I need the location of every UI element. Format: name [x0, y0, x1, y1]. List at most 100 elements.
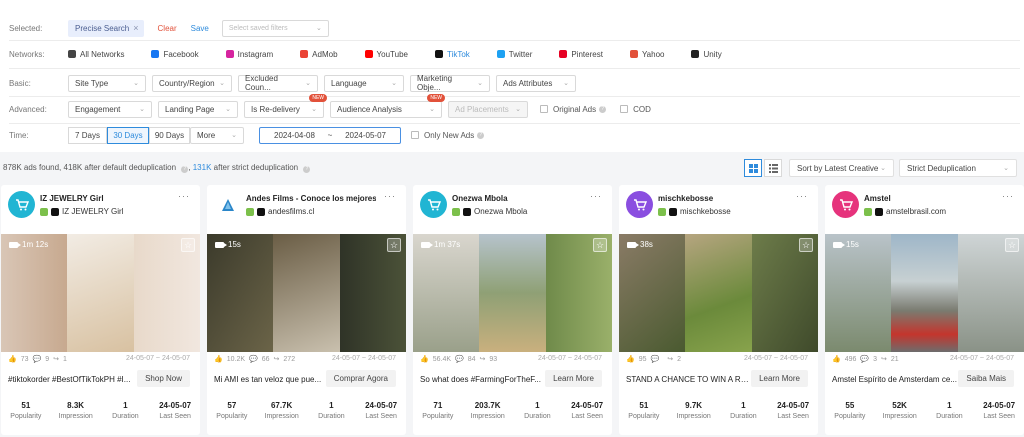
metric-duration: 1 Duration	[936, 400, 963, 420]
checkbox-box[interactable]	[411, 131, 419, 139]
ads-attributes-dropdown[interactable]: Ads Attributes ⌄	[496, 74, 576, 92]
cta-button[interactable]: Saiba Mais	[958, 370, 1014, 387]
deduplication-select[interactable]: Strict Deduplication ⌄	[899, 159, 1017, 177]
network-admob[interactable]: AdMob	[300, 50, 338, 59]
advertiser-name[interactable]: Onezwa Mbola	[452, 194, 582, 203]
advertiser-name[interactable]: Andes Films - Conoce los mejores es...	[246, 194, 376, 203]
ad-card[interactable]: Andes Films - Conoce los mejores es... ··…	[207, 185, 406, 435]
favorite-star-icon[interactable]: ☆	[181, 238, 195, 252]
new-badge: NEW	[427, 93, 445, 102]
new-badge: NEW	[309, 93, 327, 102]
android-icon	[658, 207, 666, 216]
help-icon[interactable]: ?	[599, 105, 607, 113]
advertiser-name[interactable]: mischkebosse	[658, 194, 788, 203]
ad-video-preview[interactable]: 15s ☆	[825, 234, 1024, 352]
audience-analysis-dropdown[interactable]: Audience Analysis ⌄ NEW	[330, 93, 445, 118]
start-date[interactable]: 2024-04-08	[274, 131, 315, 140]
strict-count[interactable]: 131K	[193, 163, 212, 172]
more-options-icon[interactable]: ···	[178, 191, 190, 201]
ad-card[interactable]: Onezwa Mbola ··· Onezwa Mbola 1m 37s ☆ 👍 56.4K…	[413, 185, 612, 435]
network-pinterest[interactable]: Pinterest	[559, 50, 603, 59]
advertiser-avatar[interactable]	[214, 191, 241, 218]
sort-select[interactable]: Sort by Latest Creative ⌄	[789, 159, 894, 177]
time-7-days-button[interactable]: 7 Days	[68, 126, 107, 144]
time-more-dropdown[interactable]: More ⌄	[190, 126, 244, 144]
clear-button[interactable]: Clear	[158, 24, 177, 33]
metric-duration: 1 Duration	[524, 400, 551, 420]
cta-button[interactable]: Comprar Agora	[325, 370, 396, 387]
cta-button[interactable]: Learn More	[545, 370, 602, 387]
is-redelivery-dropdown[interactable]: Is Re-delivery ⌄ NEW	[244, 93, 327, 118]
end-date[interactable]: 2024-05-07	[345, 131, 386, 140]
ad-card[interactable]: mischkebosse ··· mischkebosse 38s ☆ 👍 95 💬 ↪ 2 24-…	[619, 185, 818, 435]
basic-label: Basic:	[9, 78, 31, 88]
save-button[interactable]: Save	[191, 24, 209, 33]
more-options-icon[interactable]: ···	[1002, 191, 1014, 201]
favorite-star-icon[interactable]: ☆	[387, 238, 401, 252]
network-instagram[interactable]: Instagram	[225, 50, 273, 59]
list-view-button[interactable]	[764, 159, 782, 177]
unity-icon	[691, 50, 700, 58]
advertiser-avatar[interactable]	[626, 191, 653, 218]
ad-date-range: 24-05-07 ~ 24-05-07	[537, 355, 602, 362]
saved-filters-select[interactable]: Select saved filters ⌄	[221, 19, 329, 37]
ad-card[interactable]: IZ JEWELRY Girl ··· IZ JEWELRY Girl 1m 12s ☆…	[1, 185, 200, 435]
marketing-objective-dropdown[interactable]: Marketing Obje... ⌄	[410, 74, 490, 92]
only-new-ads-checkbox[interactable]: Only New Ads?	[411, 131, 485, 140]
network-yahoo[interactable]: Yahoo	[629, 50, 664, 59]
original-ads-checkbox[interactable]: Original Ads?	[540, 105, 607, 114]
chip-close-icon[interactable]: ×	[133, 23, 138, 33]
site-type-dropdown[interactable]: Site Type ⌄	[68, 74, 146, 92]
advertiser-avatar[interactable]	[832, 191, 859, 218]
ad-video-preview[interactable]: 1m 37s ☆	[413, 234, 612, 352]
favorite-star-icon[interactable]: ☆	[593, 238, 607, 252]
engagement-dropdown[interactable]: Engagement ⌄	[68, 100, 152, 118]
ad-video-preview[interactable]: 1m 12s ☆	[1, 234, 200, 352]
precise-search-chip[interactable]: Precise Search ×	[68, 19, 144, 37]
ad-card[interactable]: Amstel ··· amstelbrasil.com 15s ☆ 👍 496 💬 3 ↪ 21 24…	[825, 185, 1024, 435]
advertiser-avatar[interactable]	[8, 191, 35, 218]
checkbox-box[interactable]	[540, 105, 548, 113]
chevron-down-icon: ⌄	[316, 25, 322, 32]
more-options-icon[interactable]: ···	[384, 191, 396, 201]
video-frame	[685, 234, 752, 352]
time-30-days-button[interactable]: 30 Days	[107, 126, 149, 144]
ad-placements-dropdown[interactable]: Ad Placements ⌄	[448, 100, 528, 118]
help-icon[interactable]: ?	[303, 166, 311, 173]
cod-checkbox[interactable]: COD	[620, 105, 651, 114]
cta-button[interactable]: Learn More	[751, 370, 808, 387]
more-options-icon[interactable]: ···	[590, 191, 602, 201]
network-twitter[interactable]: Twitter	[496, 50, 532, 59]
ad-video-preview[interactable]: 38s ☆	[619, 234, 818, 352]
chevron-down-icon: ⌄	[391, 80, 397, 87]
network-unity[interactable]: Unity	[691, 50, 722, 59]
advertiser-name[interactable]: IZ JEWELRY Girl	[40, 194, 170, 203]
handle-text: mischkebosse	[680, 207, 731, 216]
more-options-icon[interactable]: ···	[796, 191, 808, 201]
video-duration: 15s	[833, 240, 859, 249]
grid-view-button[interactable]	[744, 159, 762, 177]
network-tiktok[interactable]: TikTok	[434, 50, 470, 59]
network-youtube[interactable]: YouTube	[364, 50, 408, 59]
help-icon[interactable]: ?	[181, 166, 189, 173]
landing-page-dropdown[interactable]: Landing Page ⌄	[158, 100, 238, 118]
network-grid[interactable]: All Networks	[68, 50, 124, 59]
chevron-down-icon: ⌄	[880, 165, 886, 172]
ad-video-preview[interactable]: 15s ☆	[207, 234, 406, 352]
checkbox-box[interactable]	[620, 105, 629, 113]
date-range-picker[interactable]: 2024-04-08 ~ 2024-05-07	[259, 126, 401, 144]
network-facebook[interactable]: Facebook	[151, 50, 199, 59]
language-dropdown[interactable]: Language ⌄	[324, 74, 404, 92]
youtube-icon	[364, 50, 373, 58]
excluded-country-dropdown[interactable]: Excluded Coun... ⌄	[238, 74, 318, 92]
advertiser-name[interactable]: Amstel	[864, 194, 994, 203]
time-90-days-button[interactable]: 90 Days	[149, 126, 190, 144]
cta-button[interactable]: Shop Now	[137, 370, 190, 387]
metric-last-seen: 24-05-07 Last Seen	[983, 400, 1016, 420]
country-region-dropdown[interactable]: Country/Region ⌄	[152, 74, 232, 92]
favorite-star-icon[interactable]: ☆	[1005, 238, 1019, 252]
favorite-star-icon[interactable]: ☆	[799, 238, 813, 252]
advertiser-avatar[interactable]	[420, 191, 447, 218]
chevron-down-icon: ⌄	[429, 106, 435, 113]
help-icon[interactable]: ?	[477, 131, 485, 139]
